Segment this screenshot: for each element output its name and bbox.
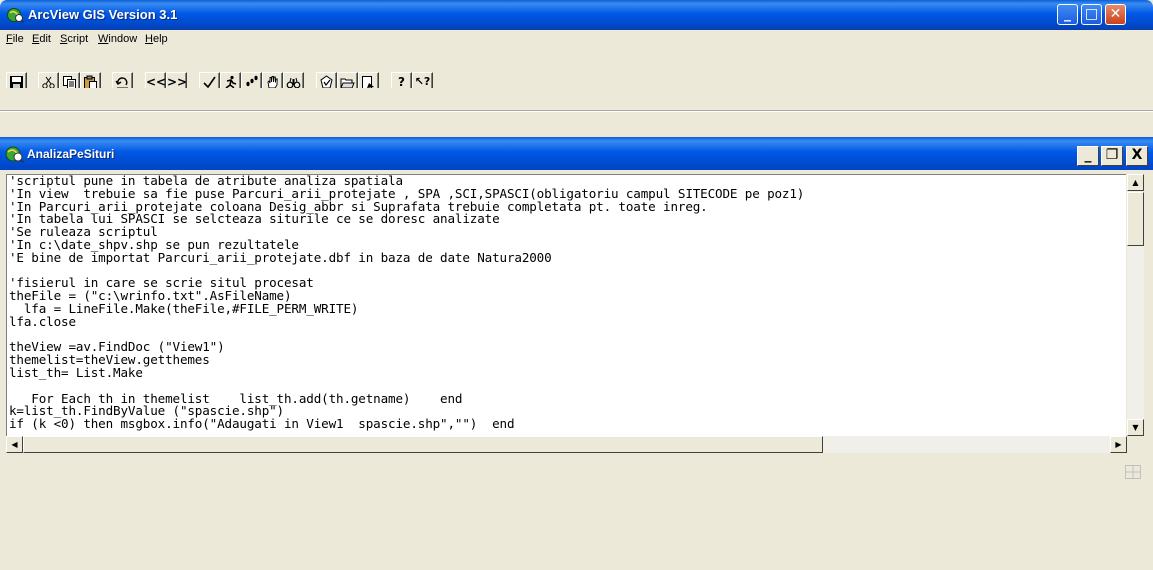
script-window-title: AnalizaPeSituri (27, 147, 115, 161)
scroll-left-arrow-icon[interactable]: ◀ (6, 436, 23, 453)
toolbar-separator (0, 110, 1153, 112)
status-area (0, 453, 1153, 570)
script-close-button[interactable]: X (1126, 146, 1148, 166)
script-line[interactable]: themelist=theView.getthemes (9, 353, 1125, 367)
arcview-globe-icon (7, 8, 24, 23)
menu-file-label: ile (12, 33, 24, 45)
menu-window-mnemonic: W (98, 33, 109, 45)
app-title-bar[interactable]: ArcView GIS Version 3.1 _ □ ✕ (0, 0, 1153, 30)
close-button[interactable]: ✕ (1105, 4, 1126, 25)
menu-file-mnemonic: F (6, 33, 13, 45)
script-globe-icon (5, 146, 24, 163)
minimize-button[interactable]: _ (1057, 4, 1078, 25)
vertical-scroll-thumb[interactable] (1127, 192, 1144, 246)
menu-help[interactable]: Help (145, 33, 168, 45)
script-line[interactable]: 'In tabela lui SPASCI se selcteaza situr… (9, 213, 1125, 226)
corner-box (1127, 436, 1144, 453)
script-line[interactable]: lfa = LineFile.Make(theFile,#FILE_PERM_W… (9, 302, 1125, 316)
menu-window[interactable]: Window (98, 33, 137, 45)
script-line[interactable]: list_th= List.Make (9, 366, 1125, 380)
script-window: AnalizaPeSituri _ ❐ X 'scriptul pune in … (0, 137, 1153, 570)
scroll-up-arrow-icon[interactable]: ▲ (1127, 174, 1144, 191)
menu-bar: File Edit Script Window Help (0, 30, 1153, 48)
script-window-title-bar[interactable]: AnalizaPeSituri _ ❐ X (0, 137, 1153, 170)
maximize-button[interactable]: □ (1081, 4, 1102, 25)
script-editor[interactable]: 'scriptul pune in tabela de atribute ana… (6, 174, 1126, 436)
script-line[interactable]: lfa.close (9, 315, 1125, 329)
script-text[interactable]: 'scriptul pune in tabela de atribute ana… (9, 175, 1125, 437)
toolbar-spacer (0, 88, 1153, 110)
resize-grip-icon[interactable] (1125, 465, 1141, 479)
menu-help-label: elp (152, 33, 168, 45)
script-restore-button[interactable]: ❐ (1101, 146, 1123, 166)
menu-script[interactable]: Script (60, 33, 88, 45)
menu-script-label: cript (67, 33, 89, 45)
script-line[interactable]: if (k <0) then msgbox.info("Adaugati in … (9, 417, 1125, 431)
menu-help-mnemonic: H (145, 33, 153, 45)
script-minimize-button[interactable]: _ (1077, 146, 1099, 166)
menu-file[interactable]: File (6, 33, 24, 45)
app-title: ArcView GIS Version 3.1 (28, 7, 178, 22)
menu-edit[interactable]: Edit (32, 33, 51, 45)
horizontal-scrollbar[interactable]: ◀ ▶ (6, 436, 1127, 453)
script-line[interactable]: 'E bine de importat Parcuri_arii_proteja… (9, 251, 1125, 265)
vertical-scrollbar[interactable]: ▲ ▼ (1127, 174, 1144, 436)
horizontal-scroll-thumb[interactable] (23, 436, 823, 453)
scroll-down-arrow-icon[interactable]: ▼ (1127, 419, 1144, 436)
scroll-right-arrow-icon[interactable]: ▶ (1110, 436, 1127, 453)
menu-edit-label: dit (39, 33, 51, 45)
menu-window-label: indow (108, 33, 138, 45)
